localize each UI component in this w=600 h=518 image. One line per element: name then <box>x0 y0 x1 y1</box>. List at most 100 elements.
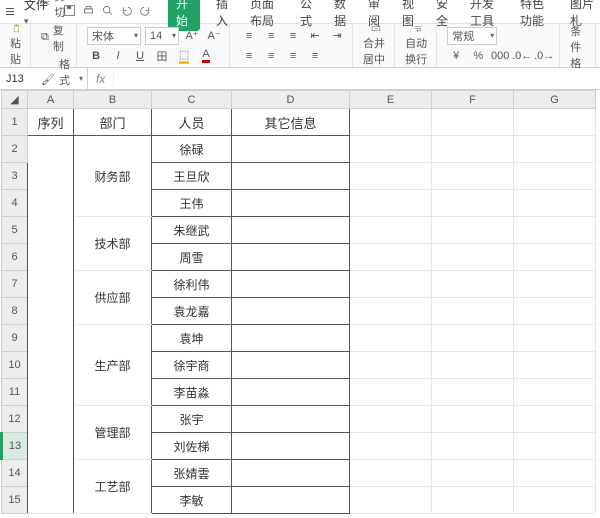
cell-G6[interactable] <box>514 244 596 271</box>
cell-D8[interactable] <box>232 298 350 325</box>
row-7[interactable]: 7 <box>2 271 28 298</box>
cell-E10[interactable] <box>350 352 432 379</box>
indent-increase-icon[interactable]: ⇥ <box>328 27 346 45</box>
cell-A-merged[interactable] <box>28 136 74 514</box>
cell-F4[interactable] <box>432 190 514 217</box>
cell-B-prod[interactable]: 生产部 <box>74 325 152 406</box>
cell-E6[interactable] <box>350 244 432 271</box>
row-8[interactable]: 8 <box>2 298 28 325</box>
col-C[interactable]: C <box>152 91 232 109</box>
cell-D4[interactable] <box>232 190 350 217</box>
align-middle-icon[interactable]: ≡ <box>262 27 280 45</box>
align-center-icon[interactable]: ≡ <box>262 47 280 65</box>
hamburger-icon[interactable] <box>4 6 16 17</box>
cell-C1[interactable]: 人员 <box>152 109 232 136</box>
cell-G12[interactable] <box>514 406 596 433</box>
cell-E2[interactable] <box>350 136 432 163</box>
cell-E7[interactable] <box>350 271 432 298</box>
cell-D5[interactable] <box>232 217 350 244</box>
cell-E8[interactable] <box>350 298 432 325</box>
cell-G5[interactable] <box>514 217 596 244</box>
cell-F1[interactable] <box>432 109 514 136</box>
print-icon[interactable] <box>82 4 95 20</box>
comma-icon[interactable]: 000 <box>491 47 509 65</box>
cell-F8[interactable] <box>432 298 514 325</box>
col-A[interactable]: A <box>28 91 74 109</box>
cell-D14[interactable] <box>232 460 350 487</box>
cell-C5[interactable]: 朱继武 <box>152 217 232 244</box>
cell-E9[interactable] <box>350 325 432 352</box>
select-all-corner[interactable]: ◢ <box>2 91 28 109</box>
cell-F14[interactable] <box>432 460 514 487</box>
cell-C8[interactable]: 袁龙嘉 <box>152 298 232 325</box>
row-13[interactable]: 13 <box>2 433 28 460</box>
decimal-dec-icon[interactable]: .0→ <box>535 47 553 65</box>
cell-G14[interactable] <box>514 460 596 487</box>
row-2[interactable]: 2 <box>2 136 28 163</box>
cut-label[interactable]: 剪切 <box>54 0 70 20</box>
cell-C6[interactable]: 周雪 <box>152 244 232 271</box>
justify-icon[interactable]: ≡ <box>306 47 324 65</box>
cell-G8[interactable] <box>514 298 596 325</box>
font-size-select[interactable]: 14▾ <box>145 27 179 45</box>
row-5[interactable]: 5 <box>2 217 28 244</box>
cell-F2[interactable] <box>432 136 514 163</box>
cell-G1[interactable] <box>514 109 596 136</box>
cell-D1[interactable]: 其它信息 <box>232 109 350 136</box>
merge-icon[interactable] <box>369 24 383 33</box>
col-F[interactable]: F <box>432 91 514 109</box>
cell-C10[interactable]: 徐宇商 <box>152 352 232 379</box>
underline-button[interactable]: U <box>131 47 149 65</box>
cell-E15[interactable] <box>350 487 432 514</box>
indent-decrease-icon[interactable]: ⇤ <box>306 27 324 45</box>
align-top-icon[interactable]: ≡ <box>240 27 258 45</box>
cell-D10[interactable] <box>232 352 350 379</box>
row-14[interactable]: 14 <box>2 460 28 487</box>
row-3[interactable]: 3 <box>2 163 28 190</box>
cell-C2[interactable]: 徐碌 <box>152 136 232 163</box>
cell-C7[interactable]: 徐利伟 <box>152 271 232 298</box>
cell-D6[interactable] <box>232 244 350 271</box>
cell-B-tech[interactable]: 技术部 <box>74 217 152 271</box>
cell-E13[interactable] <box>350 433 432 460</box>
cell-C11[interactable]: 李苗淼 <box>152 379 232 406</box>
cell-B-craft[interactable]: 工艺部 <box>74 460 152 514</box>
currency-icon[interactable]: ¥ <box>447 47 465 65</box>
bold-button[interactable]: B <box>87 47 105 65</box>
cell-F7[interactable] <box>432 271 514 298</box>
cell-D15[interactable] <box>232 487 350 514</box>
cell-G13[interactable] <box>514 433 596 460</box>
cell-B1[interactable]: 部门 <box>74 109 152 136</box>
cell-G7[interactable] <box>514 271 596 298</box>
row-4[interactable]: 4 <box>2 190 28 217</box>
cell-G10[interactable] <box>514 352 596 379</box>
cell-E12[interactable] <box>350 406 432 433</box>
undo-icon[interactable] <box>120 4 133 20</box>
decimal-inc-icon[interactable]: .0← <box>513 47 531 65</box>
row-12[interactable]: 12 <box>2 406 28 433</box>
row-9[interactable]: 9 <box>2 325 28 352</box>
cell-C4[interactable]: 王伟 <box>152 190 232 217</box>
fill-color-button[interactable]: ⬚ <box>175 47 193 65</box>
copy-label[interactable]: 复制 <box>53 22 70 54</box>
col-D[interactable]: D <box>232 91 350 109</box>
cell-F12[interactable] <box>432 406 514 433</box>
font-color-button[interactable]: A <box>197 47 215 65</box>
row-15[interactable]: 15 <box>2 487 28 514</box>
cell-B-supply[interactable]: 供应部 <box>74 271 152 325</box>
cell-F5[interactable] <box>432 217 514 244</box>
cell-C12[interactable]: 张宇 <box>152 406 232 433</box>
cell-C14[interactable]: 张婧雲 <box>152 460 232 487</box>
align-bottom-icon[interactable]: ≡ <box>284 27 302 45</box>
name-box[interactable]: J13▾ <box>0 68 88 89</box>
cell-D3[interactable] <box>232 163 350 190</box>
paste-icon[interactable] <box>10 24 24 33</box>
fx-icon[interactable]: fx <box>88 72 114 86</box>
increase-font-icon[interactable]: A⁺ <box>183 27 201 45</box>
col-E[interactable]: E <box>350 91 432 109</box>
align-right-icon[interactable]: ≡ <box>284 47 302 65</box>
cell-F3[interactable] <box>432 163 514 190</box>
font-select[interactable]: 宋体▾ <box>87 27 141 45</box>
cell-E4[interactable] <box>350 190 432 217</box>
preview-icon[interactable] <box>101 4 114 20</box>
